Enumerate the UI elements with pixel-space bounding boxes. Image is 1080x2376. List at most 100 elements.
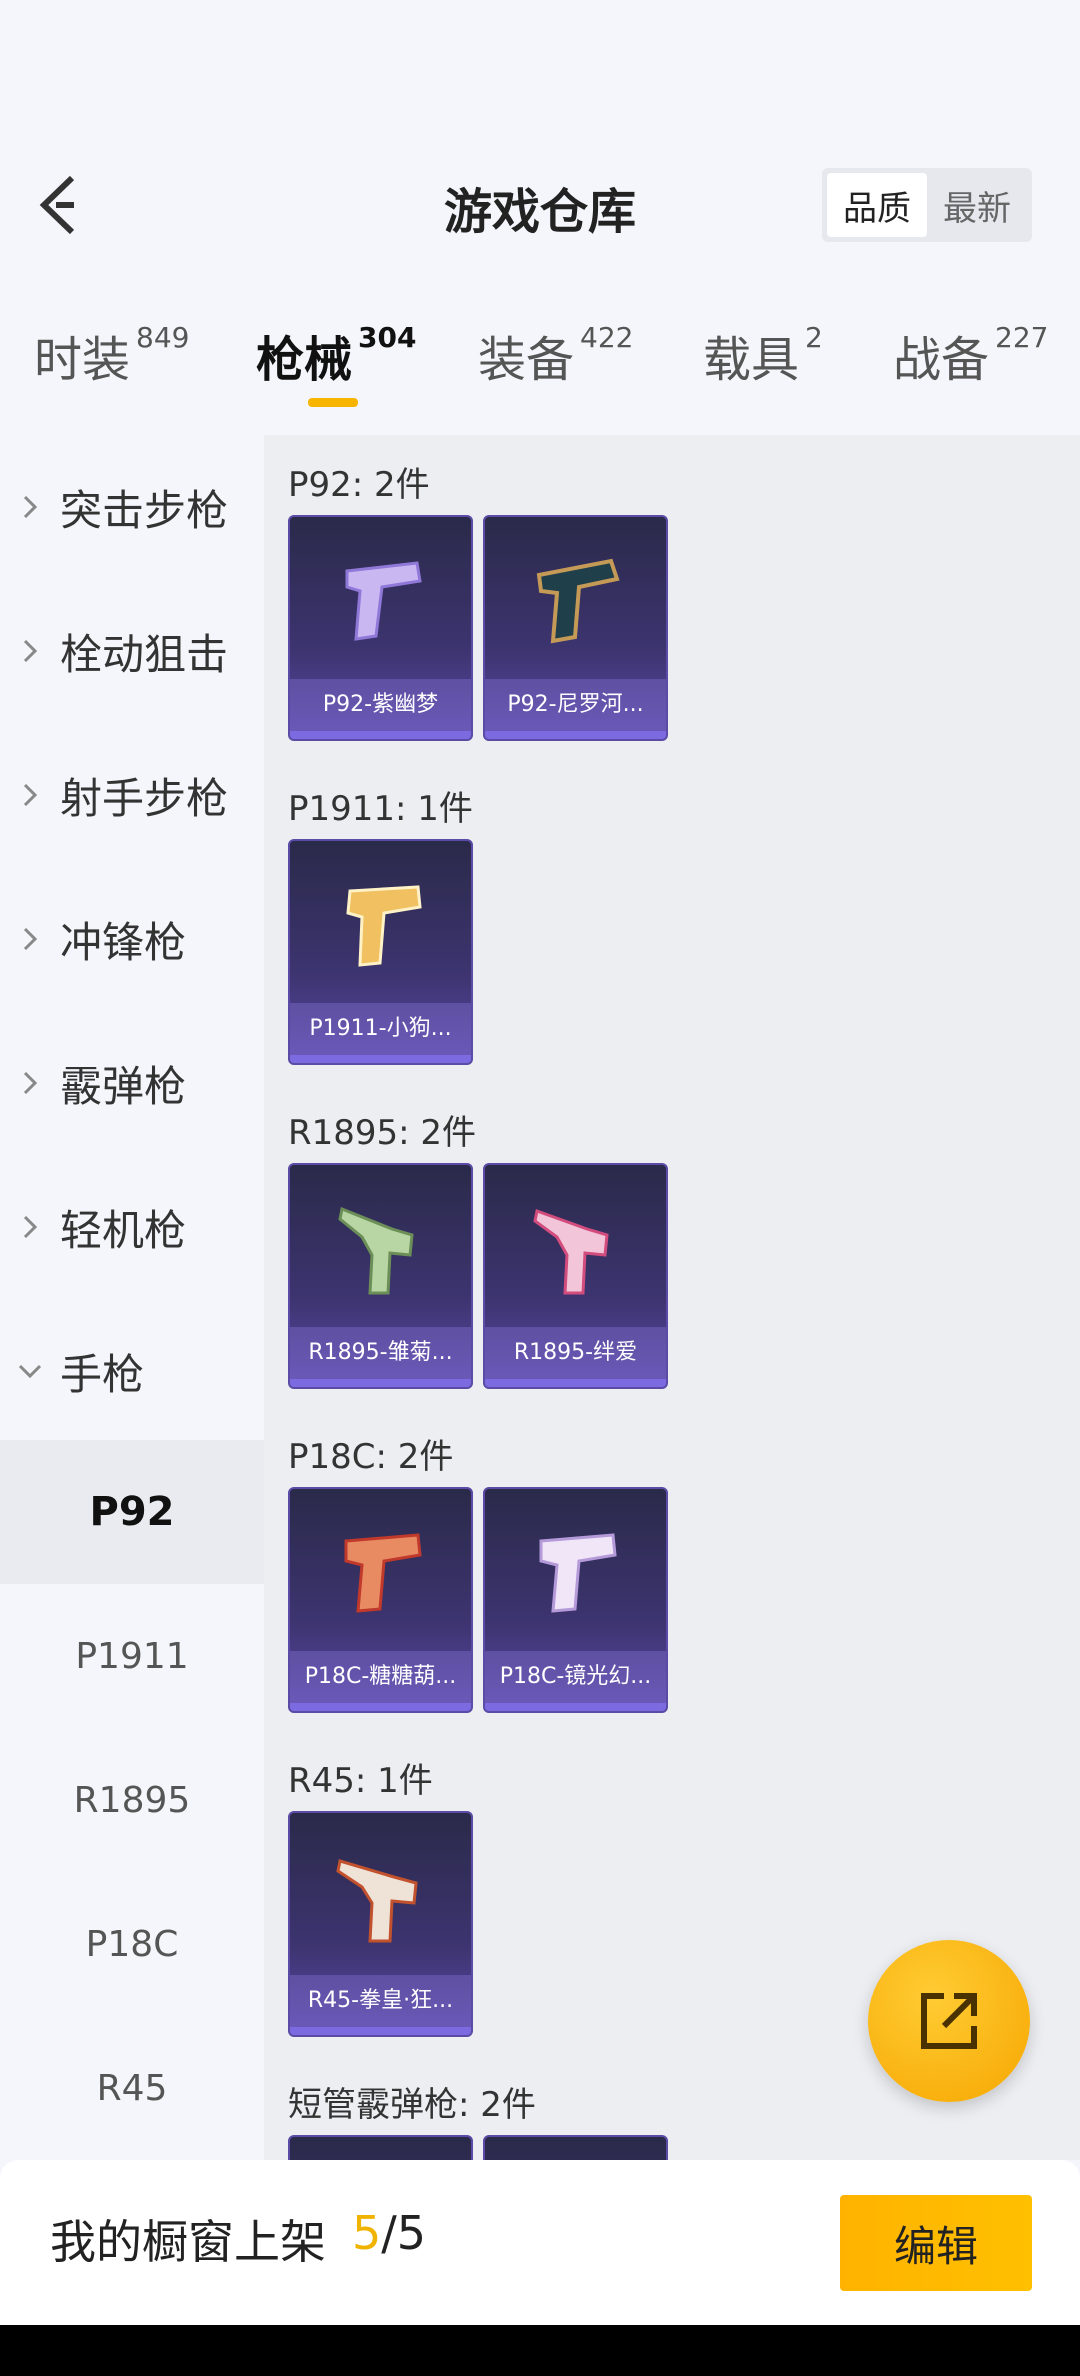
chevron-right-icon xyxy=(0,924,60,954)
sidebar-subitem-p92[interactable]: P92 xyxy=(0,1440,264,1584)
group-title: R1895: 2件 xyxy=(288,1113,477,1153)
sidebar-item-lmg[interactable]: 轻机枪 xyxy=(0,1179,264,1275)
pistol-icon xyxy=(346,885,422,967)
sidebar-item-pistol[interactable]: 手枪 xyxy=(0,1323,264,1419)
rarity-strip xyxy=(290,1055,471,1063)
sidebar-item-label: 射手步枪 xyxy=(60,773,229,823)
item-group: 短管霰弹枪: 2件 xyxy=(288,2055,668,2160)
item-name: P92-尼罗河... xyxy=(485,679,666,731)
group-title: 短管霰弹枪: 2件 xyxy=(288,2085,536,2125)
group-title: P1911: 1件 xyxy=(288,789,473,829)
sidebar-item-label: 突击步枪 xyxy=(60,485,229,535)
item-group: P18C: 2件 P18C-糖糖葫... P18C-镜光幻... xyxy=(288,1407,668,1713)
item-list: P92: 2件 P92-紫幽梦 P92-尼罗河... P1911: 1件 P19… xyxy=(264,435,1080,2160)
active-tab-indicator xyxy=(308,398,358,407)
sidebar-item-smg[interactable]: 冲锋枪 xyxy=(0,891,264,987)
rarity-strip xyxy=(290,1703,471,1711)
item-name: R45-拳皇·狂... xyxy=(290,1975,471,2027)
tab-guns[interactable]: 枪械 304 xyxy=(256,320,416,390)
item-name: P1911-小狗... xyxy=(290,1003,471,1055)
item-name: P92-紫幽梦 xyxy=(290,679,471,731)
header-bar: 游戏仓库 品质 最新 xyxy=(0,150,1080,260)
revolver-icon xyxy=(533,1208,609,1295)
tab-count: 304 xyxy=(358,321,417,354)
tab-count: 422 xyxy=(580,321,634,354)
sidebar: 突击步枪 栓动狙击 射手步枪 冲锋枪 霰弹枪 轻机枪 手枪 P92 P1911 … xyxy=(0,435,264,2160)
chevron-right-icon xyxy=(0,492,60,522)
sidebar-subitem-p1911[interactable]: P1911 xyxy=(0,1584,264,1728)
pistol-icon xyxy=(539,1533,617,1613)
sidebar-subitem-p18c[interactable]: P18C xyxy=(0,1872,264,2016)
chevron-right-icon xyxy=(0,1212,60,1242)
item-card[interactable] xyxy=(288,2135,473,2160)
sort-toggle: 品质 最新 xyxy=(822,168,1032,242)
group-title: P92: 2件 xyxy=(288,465,430,505)
share-fab-button[interactable] xyxy=(868,1940,1030,2102)
tab-count: 849 xyxy=(136,321,190,354)
tab-count: 2 xyxy=(805,321,823,354)
item-name: P18C-糖糖葫... xyxy=(290,1651,471,1703)
item-card[interactable]: R45-拳皇·狂... xyxy=(288,1811,473,2037)
revolver-icon xyxy=(336,1859,418,1943)
pistol-icon xyxy=(345,561,422,641)
item-group: P1911: 1件 P1911-小狗... xyxy=(288,759,473,1065)
sidebar-item-assault-rifle[interactable]: 突击步枪 xyxy=(0,459,264,555)
tab-count: 227 xyxy=(995,321,1049,354)
item-card[interactable]: P92-尼罗河... xyxy=(483,515,668,741)
tab-supplies[interactable]: 战备 227 xyxy=(893,320,1048,390)
item-name: R1895-雏菊... xyxy=(290,1327,471,1379)
sidebar-item-marksman-rifle[interactable]: 射手步枪 xyxy=(0,747,264,843)
rarity-strip xyxy=(290,1379,471,1387)
sidebar-item-label: 手枪 xyxy=(60,1349,145,1399)
tab-vehicles[interactable]: 载具 2 xyxy=(703,320,823,390)
rarity-strip xyxy=(485,1703,666,1711)
group-title: R45: 1件 xyxy=(288,1761,433,1801)
chevron-right-icon xyxy=(0,1068,60,1098)
external-link-icon xyxy=(921,1993,977,2049)
category-tabs: 时装 849 枪械 304 装备 422 载具 2 战备 227 xyxy=(0,320,1080,410)
tab-label: 装备 xyxy=(478,332,575,388)
sort-newest-button[interactable]: 最新 xyxy=(927,173,1027,237)
rarity-strip xyxy=(485,1379,666,1387)
tab-equipment[interactable]: 装备 422 xyxy=(478,320,633,390)
rarity-strip xyxy=(290,731,471,739)
item-group: R1895: 2件 R1895-雏菊... R1895-绊爱 xyxy=(288,1083,668,1389)
sidebar-item-shotgun[interactable]: 霰弹枪 xyxy=(0,1035,264,1131)
pistol-icon xyxy=(536,558,620,644)
edit-button[interactable]: 编辑 xyxy=(840,2195,1032,2291)
tab-label: 枪械 xyxy=(256,332,353,388)
system-nav-bar xyxy=(0,2325,1080,2376)
tab-label: 载具 xyxy=(703,332,800,388)
item-card[interactable]: P18C-糖糖葫... xyxy=(288,1487,473,1713)
item-card[interactable]: R1895-雏菊... xyxy=(288,1163,473,1389)
rarity-strip xyxy=(485,731,666,739)
showcase-count-current: 5 xyxy=(352,2206,382,2260)
item-card[interactable] xyxy=(483,2135,668,2160)
item-card[interactable]: P18C-镜光幻... xyxy=(483,1487,668,1713)
sort-quality-button[interactable]: 品质 xyxy=(827,173,927,237)
sidebar-item-label: 冲锋枪 xyxy=(60,917,187,967)
group-title: P18C: 2件 xyxy=(288,1437,454,1477)
sidebar-subitem-r45[interactable]: R45 xyxy=(0,2016,264,2160)
item-card[interactable]: P1911-小狗... xyxy=(288,839,473,1065)
sidebar-item-label: 栓动狙击 xyxy=(60,629,229,679)
showcase-bar: 我的橱窗上架 5/5 编辑 xyxy=(0,2160,1080,2325)
sidebar-item-bolt-sniper[interactable]: 栓动狙击 xyxy=(0,603,264,699)
item-name: P18C-镜光幻... xyxy=(485,1651,666,1703)
item-card[interactable]: R1895-绊爱 xyxy=(483,1163,668,1389)
revolver-icon xyxy=(338,1206,414,1295)
item-name: R1895-绊爱 xyxy=(485,1327,666,1379)
chevron-right-icon xyxy=(0,636,60,666)
sidebar-subitem-r1895[interactable]: R1895 xyxy=(0,1728,264,1872)
item-group: R45: 1件 R45-拳皇·狂... xyxy=(288,1731,473,2037)
showcase-count-total: /5 xyxy=(381,2206,427,2260)
item-group: P92: 2件 P92-紫幽梦 P92-尼罗河... xyxy=(288,435,668,741)
showcase-label: 我的橱窗上架 xyxy=(50,2215,326,2269)
item-card[interactable]: P92-紫幽梦 xyxy=(288,515,473,741)
sidebar-item-label: 轻机枪 xyxy=(60,1205,187,1255)
rarity-strip xyxy=(290,2027,471,2035)
tab-fashion[interactable]: 时装 849 xyxy=(34,320,189,390)
tab-label: 时装 xyxy=(34,332,131,388)
chevron-right-icon xyxy=(0,780,60,810)
showcase-count: 5/5 xyxy=(352,2206,426,2260)
